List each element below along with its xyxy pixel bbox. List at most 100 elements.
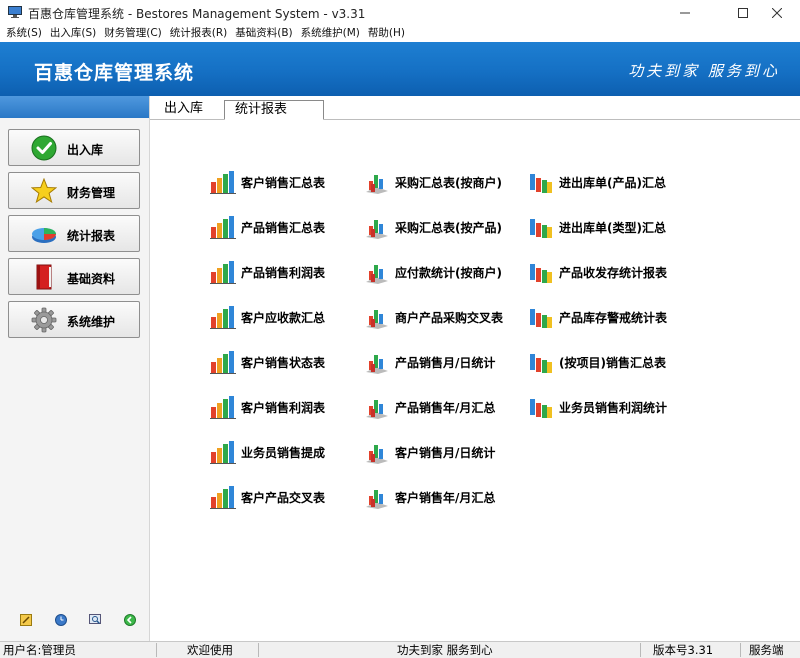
bar-chart-3d-icon (366, 175, 388, 194)
report-link[interactable]: 进出库单(类型)汇总 (528, 214, 666, 240)
minimize-icon (680, 12, 690, 14)
report-label: 产品收发存统计报表 (559, 265, 668, 280)
maximize-icon (738, 8, 748, 18)
report-link[interactable]: 采购汇总表(按商户) (364, 169, 502, 195)
tab-label: 统计报表 (235, 102, 288, 117)
bar-chart-icon (210, 396, 236, 419)
menu-basics[interactable]: 基础资料(B) (231, 26, 296, 41)
minimize-button[interactable] (662, 0, 708, 26)
report-label: 客户产品交叉表 (241, 490, 326, 505)
status-separator (156, 643, 157, 657)
tab-inout[interactable]: 出入库 (154, 100, 213, 120)
report-link[interactable]: 客户销售状态表 (210, 349, 325, 375)
report-link[interactable]: 产品收发存统计报表 (528, 259, 667, 285)
report-label: 业务员销售利润统计 (559, 400, 668, 415)
report-link[interactable]: 产品库存警戒统计表 (528, 304, 667, 330)
status-welcome: 欢迎使用 (187, 643, 233, 657)
report-link[interactable]: 应付款统计(按商户) (364, 259, 502, 285)
sidebar-header-strip (0, 96, 149, 118)
tab-label: 出入库 (164, 101, 204, 116)
report-link[interactable]: 客户销售年/月汇总 (364, 484, 495, 510)
bar-chart-3d-icon (366, 355, 388, 374)
status-mode: 服务端 (749, 643, 784, 657)
report-label: 客户销售利润表 (241, 400, 326, 415)
bar-chart-3d-icon (366, 310, 388, 329)
bar-chart-icon (210, 486, 236, 509)
brand-title: 百惠仓库管理系统 (34, 62, 195, 84)
status-user: 用户名:管理员 (3, 643, 76, 657)
report-label: 产品库存警戒统计表 (559, 310, 668, 325)
report-link[interactable]: 进出库单(产品)汇总 (528, 169, 666, 195)
nav-button-reports[interactable]: 统计报表 (8, 215, 140, 252)
menu-help[interactable]: 帮助(H) (364, 26, 409, 41)
bar-chart-color-icon (530, 354, 552, 373)
menu-inout[interactable]: 出入库(S) (46, 26, 100, 41)
status-version: 版本号3.31 (653, 643, 714, 657)
bar-chart-icon (210, 441, 236, 464)
report-link[interactable]: 产品销售月/日统计 (364, 349, 495, 375)
report-link[interactable]: (按项目)销售汇总表 (528, 349, 666, 375)
check-icon (31, 135, 57, 161)
banner-slogan: 功夫到家 服务到心 (628, 62, 780, 80)
report-link[interactable]: 产品销售年/月汇总 (364, 394, 495, 420)
bar-chart-icon (210, 216, 236, 239)
menu-finance[interactable]: 财务管理(C) (100, 26, 166, 41)
status-slogan: 功夫到家 服务到心 (397, 643, 493, 657)
menu-bar: 系统(S) 出入库(S) 财务管理(C) 统计报表(R) 基础资料(B) 系统维… (0, 26, 800, 41)
bar-chart-3d-icon (366, 445, 388, 464)
gear-icon (31, 307, 57, 333)
report-link[interactable]: 客户应收款汇总 (210, 304, 325, 330)
back-icon[interactable] (124, 614, 136, 626)
report-label: 产品销售月/日统计 (395, 355, 496, 370)
status-bar: 用户名:管理员 欢迎使用 功夫到家 服务到心 版本号3.31 服务端 (0, 641, 800, 658)
report-label: 应付款统计(按商户) (395, 265, 502, 280)
report-label: 客户销售汇总表 (241, 175, 326, 190)
menu-system[interactable]: 系统(S) (0, 26, 46, 41)
monitor-icon (8, 6, 22, 18)
report-panel: 客户销售汇总表产品销售汇总表 产品销售利润表客户应收款汇总客户销售状态表客户销售利… (150, 121, 800, 641)
star-icon (31, 178, 57, 204)
report-link[interactable]: 业务员销售提成 (210, 439, 325, 465)
tab-reports[interactable]: 统计报表 × (224, 100, 324, 134)
close-button[interactable] (754, 0, 800, 26)
report-link[interactable]: 商户产品采购交叉表 (364, 304, 503, 330)
report-link[interactable]: 业务员销售利润统计 (528, 394, 667, 420)
nav-button-inout[interactable]: 出入库 (8, 129, 140, 166)
nav-label: 系统维护 (67, 315, 116, 329)
pie-chart-icon (32, 228, 56, 243)
bar-chart-3d-icon (366, 220, 388, 239)
bar-chart-color-icon (530, 309, 552, 328)
bar-chart-icon (210, 171, 236, 194)
title-bar: 百惠仓库管理系统 - Bestores Management System - … (0, 0, 800, 26)
menu-maintenance[interactable]: 系统维护(M) (297, 26, 364, 41)
report-link[interactable]: 客户产品交叉表 (210, 484, 325, 510)
bar-chart-color-icon (530, 399, 552, 418)
window-title: 百惠仓库管理系统 - Bestores Management System - … (28, 7, 366, 21)
report-label: 客户销售月/日统计 (395, 445, 496, 460)
report-label: (按项目)销售汇总表 (559, 355, 666, 370)
report-link[interactable]: 产品销售汇总表 (210, 214, 325, 240)
bar-chart-color-icon (530, 264, 552, 283)
search-icon[interactable] (89, 614, 101, 626)
nav-label: 基础资料 (67, 272, 116, 286)
report-link[interactable]: 客户销售月/日统计 (364, 439, 495, 465)
menu-reports[interactable]: 统计报表(R) (166, 26, 232, 41)
sidebar: 出入库 财务管理 统计报表 基础资料 系统维护 (0, 96, 150, 641)
report-label: 客户应收款汇总 (241, 310, 326, 325)
report-link[interactable]: 产品销售利润表 (210, 259, 325, 285)
nav-button-maintenance[interactable]: 系统维护 (8, 301, 140, 338)
report-link[interactable]: 客户销售汇总表 (210, 169, 325, 195)
bar-chart-3d-icon (366, 490, 388, 509)
clock-icon[interactable] (55, 614, 67, 626)
nav-button-finance[interactable]: 财务管理 (8, 172, 140, 209)
nav-label: 出入库 (67, 143, 104, 157)
report-label: 采购汇总表(按商户) (395, 175, 502, 190)
nav-button-basics[interactable]: 基础资料 (8, 258, 140, 295)
report-link[interactable]: 客户销售利润表 (210, 394, 325, 420)
edit-icon[interactable] (20, 614, 32, 626)
report-label: 进出库单(产品)汇总 (559, 175, 666, 190)
report-link[interactable]: 采购汇总表(按产品) (364, 214, 502, 240)
report-label: 采购汇总表(按产品) (395, 220, 502, 235)
book-icon (36, 264, 52, 290)
status-separator (640, 643, 641, 657)
